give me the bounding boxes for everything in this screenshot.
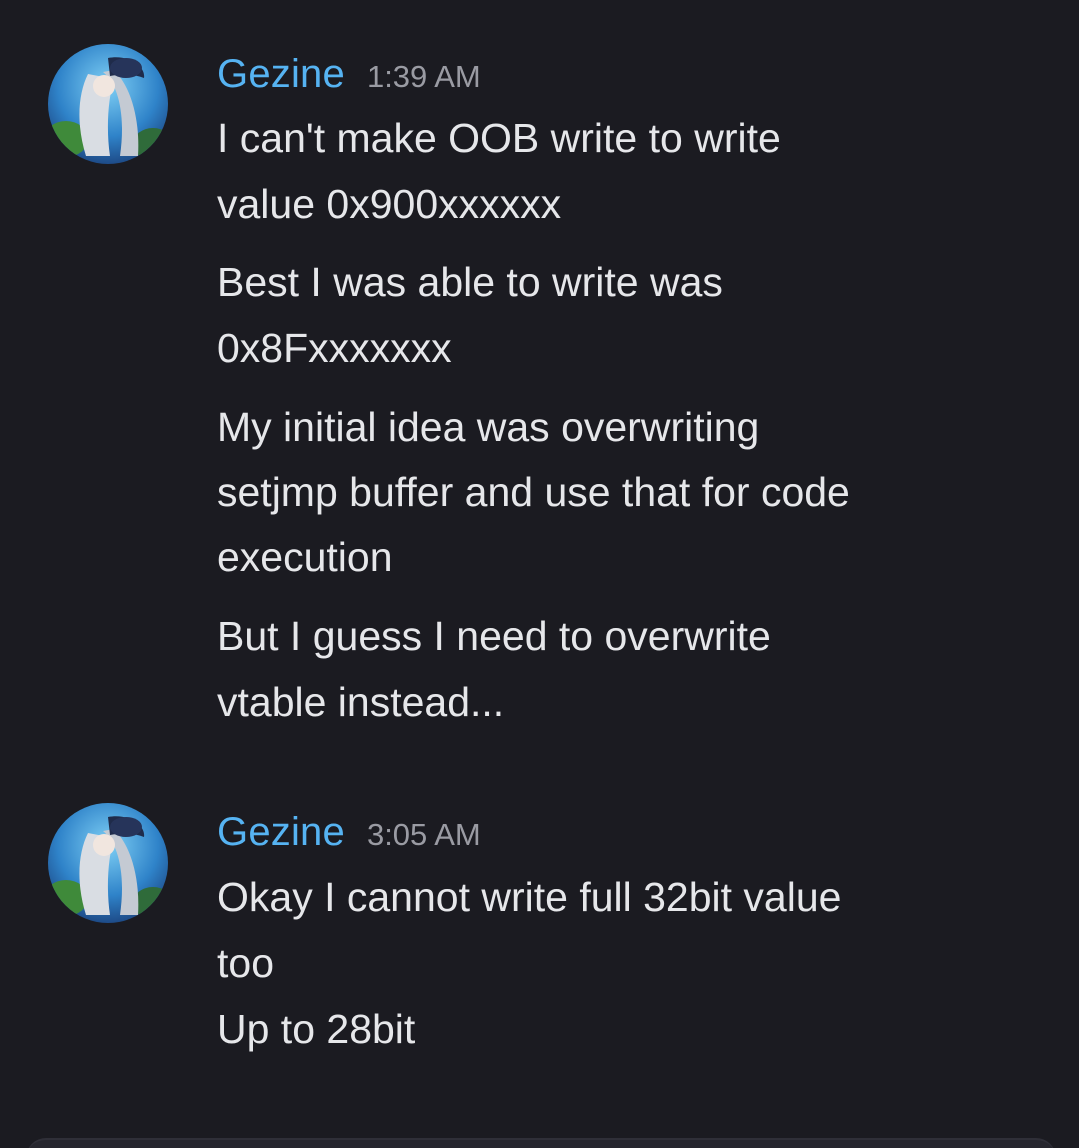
message-line: Best I was able to write was	[217, 259, 723, 305]
message-line: My initial idea was overwriting	[217, 404, 760, 450]
timestamp: 1:39 AM	[366, 59, 481, 94]
chat-view: Gezine 1:39 AM I can't make OOB write to …	[0, 0, 1079, 1148]
message-line: Up to 28bit	[217, 1006, 416, 1052]
anime-avatar-icon[interactable]	[48, 803, 168, 923]
message-line: I can't make OOB write to write	[217, 115, 781, 161]
username[interactable]: Gezine	[217, 52, 345, 96]
message-line: But I guess I need to overwrite	[217, 613, 771, 659]
message-header: Gezine 3:05 AM	[217, 810, 481, 855]
username[interactable]: Gezine	[217, 810, 345, 854]
message-header: Gezine 1:39 AM	[217, 52, 481, 97]
message-line: too	[217, 940, 274, 986]
timestamp: 3:05 AM	[366, 817, 481, 852]
message-line: vtable instead...	[217, 679, 505, 725]
message-line: Okay I cannot write full 32bit value	[217, 874, 842, 920]
message-line: 0x8Fxxxxxxx	[217, 325, 452, 371]
message-input-bar[interactable]	[26, 1138, 1056, 1148]
message-line: value 0x900xxxxxx	[217, 181, 562, 227]
message-line: execution	[217, 534, 393, 580]
anime-avatar-icon[interactable]	[48, 44, 168, 164]
message-line: setjmp buffer and use that for code	[217, 469, 850, 515]
